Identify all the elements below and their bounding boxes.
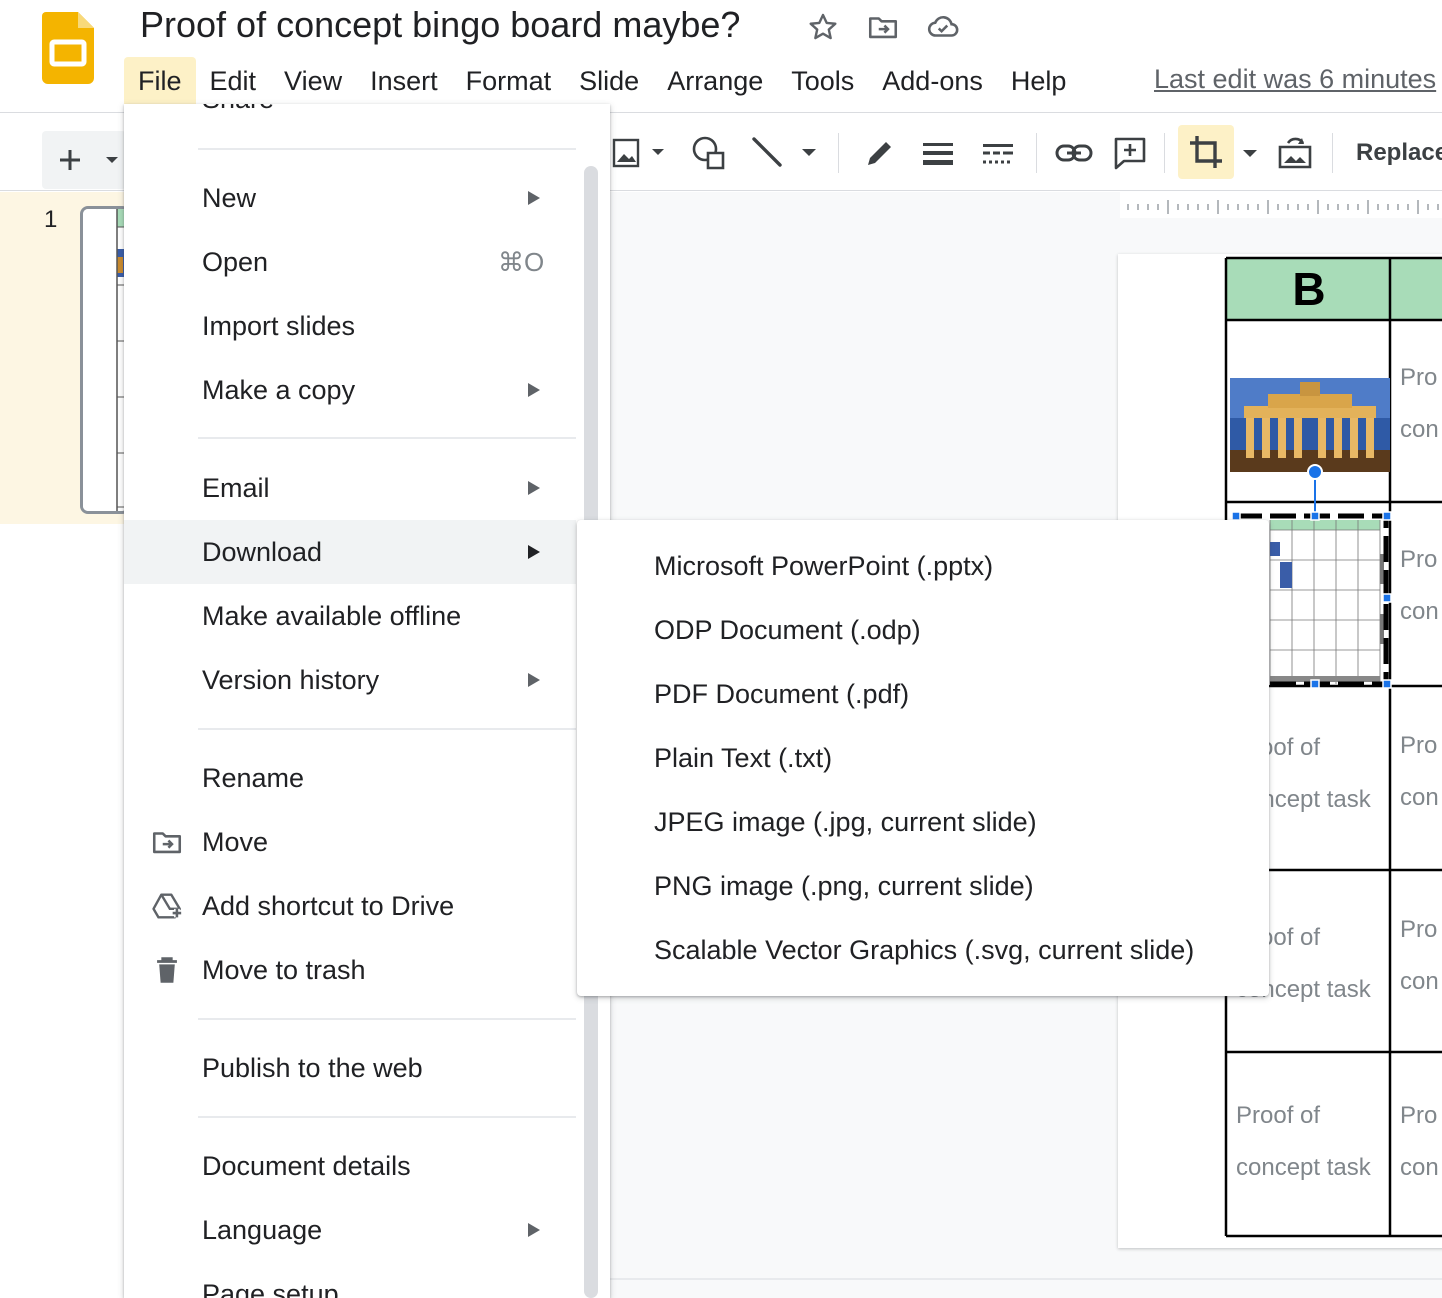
menu-edit[interactable]: Edit: [196, 57, 271, 105]
folder-move-icon: [150, 825, 184, 859]
menu-separator: [198, 148, 576, 150]
move-folder-icon[interactable]: [866, 10, 900, 44]
cell-text-partial: Pro: [1400, 1102, 1438, 1129]
cell-text-partial: con: [1400, 784, 1439, 811]
cell-text-partial: con: [1400, 416, 1439, 443]
brandenburg-gate-image: [1230, 378, 1390, 472]
submenu-arrow-icon: [528, 191, 540, 205]
slide-thumbnail[interactable]: [80, 206, 130, 514]
menu-item-publish-to-the-web[interactable]: Publish to the web: [124, 1036, 576, 1100]
bingo-header-letter: B: [1292, 263, 1326, 315]
menu-item-open[interactable]: Open ⌘O: [124, 230, 576, 294]
cell-text-partial: Pro: [1400, 546, 1438, 573]
replace-image-button[interactable]: Replace: [1356, 139, 1442, 167]
last-edit-link[interactable]: Last edit was 6 minutes: [1154, 64, 1436, 95]
document-title[interactable]: Proof of concept bingo board maybe?: [140, 4, 740, 46]
submenu-arrow-icon: [528, 673, 540, 687]
menu-item-share-partial[interactable]: Share: [202, 104, 274, 115]
menu-item-make-a-copy[interactable]: Make a copy: [124, 358, 576, 422]
cell-text-partial: Pro: [1400, 916, 1438, 943]
crop-icon[interactable]: [1178, 125, 1234, 179]
toolbar-separator: [1036, 133, 1037, 173]
comment-icon[interactable]: [1112, 135, 1148, 171]
submenu-arrow-icon: [528, 1223, 540, 1237]
menu-view[interactable]: View: [270, 57, 356, 105]
new-slide-button[interactable]: [42, 131, 126, 189]
menu-item-move[interactable]: Move: [124, 810, 576, 874]
line-icon[interactable]: [748, 135, 824, 171]
menu-separator: [198, 1116, 576, 1118]
menu-tools[interactable]: Tools: [777, 57, 868, 105]
download-odp[interactable]: ODP Document (.odp): [577, 598, 1269, 662]
submenu-arrow-icon: [528, 545, 540, 559]
cell-text: Proof of: [1236, 1102, 1321, 1129]
cell-text: concept task: [1236, 1154, 1371, 1181]
menu-arrange[interactable]: Arrange: [653, 57, 777, 105]
link-icon[interactable]: [1054, 135, 1094, 171]
menu-file[interactable]: File: [124, 57, 196, 105]
menu-add-ons[interactable]: Add-ons: [868, 57, 997, 105]
shape-icon[interactable]: [690, 135, 726, 171]
menu-separator: [198, 1018, 576, 1020]
menu-help[interactable]: Help: [997, 57, 1081, 105]
line-dash-icon[interactable]: [980, 135, 1016, 171]
slide-number: 1: [44, 206, 58, 233]
reset-image-icon[interactable]: [1276, 135, 1314, 171]
download-png[interactable]: PNG image (.png, current slide): [577, 854, 1269, 918]
menu-item-document-details[interactable]: Document details: [124, 1134, 576, 1198]
canvas-bottom-edge: [610, 1278, 1442, 1280]
menu-bar: File Edit View Insert Format Slide Arran…: [124, 56, 1080, 106]
star-icon[interactable]: [806, 10, 840, 44]
line-weight-icon[interactable]: [920, 135, 956, 171]
cell-text-partial: con: [1400, 968, 1439, 995]
trash-icon: [150, 953, 184, 987]
cell-text-partial: con: [1400, 598, 1439, 625]
slides-logo-icon[interactable]: [42, 12, 94, 84]
crop-dropdown-icon[interactable]: [1238, 135, 1262, 171]
cell-text-partial: con: [1400, 1154, 1439, 1181]
download-txt[interactable]: Plain Text (.txt): [577, 726, 1269, 790]
download-jpg[interactable]: JPEG image (.jpg, current slide): [577, 790, 1269, 854]
submenu-arrow-icon: [528, 383, 540, 397]
toolbar-separator: [838, 133, 839, 173]
menu-item-rename[interactable]: Rename: [124, 746, 576, 810]
menu-item-version-history[interactable]: Version history: [124, 648, 576, 712]
menu-item-make-available-offline[interactable]: Make available offline: [124, 584, 576, 648]
plus-icon: [60, 150, 118, 170]
toolbar-separator: [1164, 133, 1165, 173]
menu-item-download[interactable]: Download: [124, 520, 576, 584]
cell-text-partial: Pro: [1400, 364, 1438, 391]
menu-item-language[interactable]: Language: [124, 1198, 576, 1262]
download-pptx[interactable]: Microsoft PowerPoint (.pptx): [577, 534, 1269, 598]
menu-item-import-slides[interactable]: Import slides: [124, 294, 576, 358]
drive-shortcut-icon: [150, 889, 184, 923]
download-submenu: Microsoft PowerPoint (.pptx) ODP Documen…: [577, 520, 1269, 996]
image-icon[interactable]: [612, 135, 672, 171]
menu-slide[interactable]: Slide: [565, 57, 653, 105]
download-svg[interactable]: Scalable Vector Graphics (.svg, current …: [577, 918, 1269, 982]
cell-text-partial: Pro: [1400, 732, 1438, 759]
menu-item-email[interactable]: Email: [124, 456, 576, 520]
menu-separator: [198, 728, 576, 730]
menu-format[interactable]: Format: [452, 57, 566, 105]
submenu-arrow-icon: [528, 481, 540, 495]
toolbar-separator: [1332, 133, 1333, 173]
download-pdf[interactable]: PDF Document (.pdf): [577, 662, 1269, 726]
menu-item-new[interactable]: New: [124, 166, 576, 230]
shortcut-label: ⌘O: [498, 246, 545, 277]
menu-insert[interactable]: Insert: [356, 57, 452, 105]
cloud-saved-icon[interactable]: [926, 10, 960, 44]
menu-separator: [198, 437, 576, 439]
menu-item-add-shortcut-to-drive[interactable]: Add shortcut to Drive: [124, 874, 576, 938]
menu-item-move-to-trash[interactable]: Move to trash: [124, 938, 576, 1002]
horizontal-ruler: [1120, 192, 1442, 218]
menu-item-page-setup[interactable]: Page setup: [124, 1262, 576, 1298]
filmstrip: 1: [0, 192, 130, 524]
file-menu: Share New Open ⌘O Import slides Make a c…: [124, 104, 610, 1298]
pen-icon[interactable]: [862, 135, 898, 171]
